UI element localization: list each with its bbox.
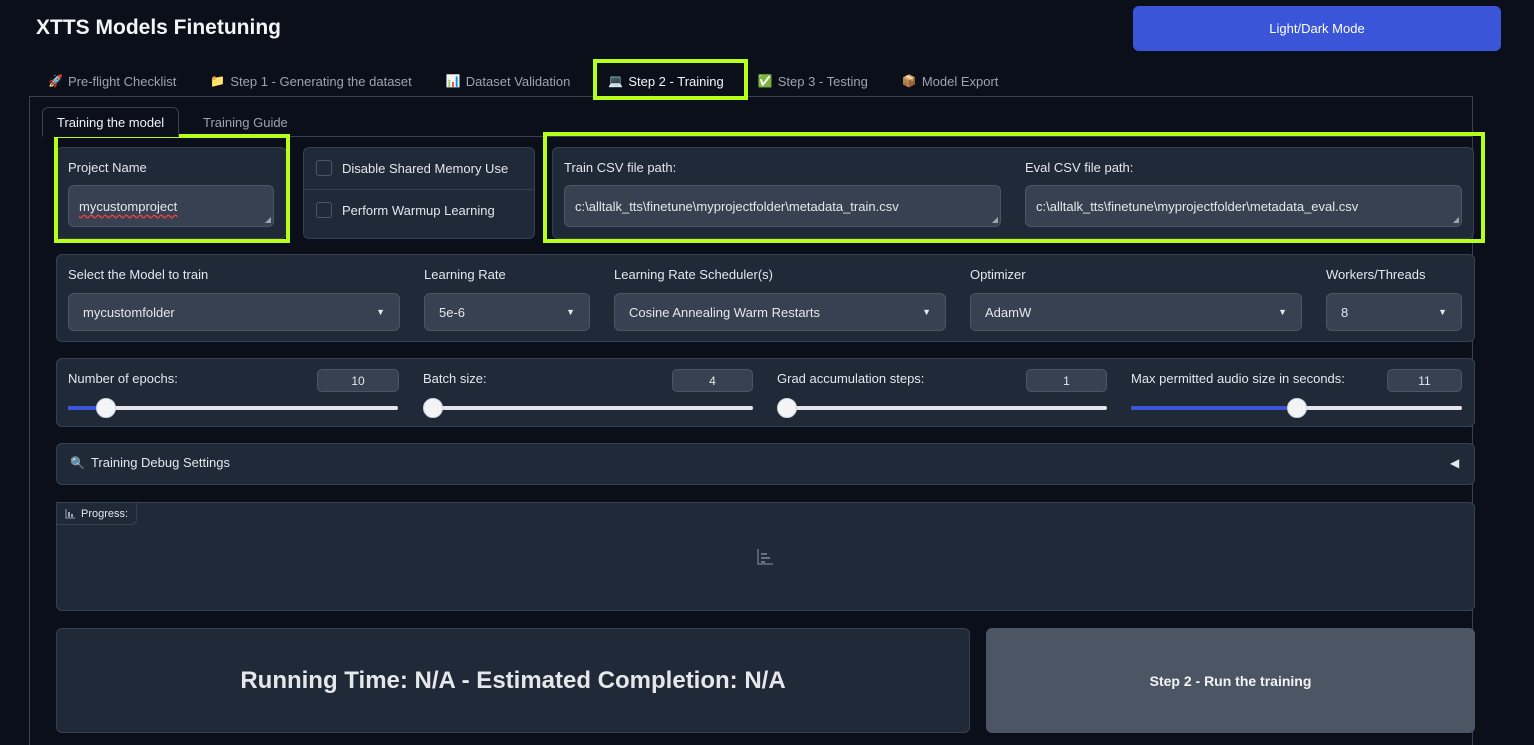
learning-rate-value: 5e-6 xyxy=(439,304,466,320)
slider-fill xyxy=(1131,406,1297,410)
tab-model-export[interactable]: 📦 Model Export xyxy=(892,66,1009,96)
tab-label: Dataset Validation xyxy=(465,73,571,89)
tab-step3-testing[interactable]: ✅ Step 3 - Testing xyxy=(748,66,878,96)
slider-thumb[interactable] xyxy=(777,398,797,418)
scheduler-value: Cosine Annealing Warm Restarts xyxy=(629,304,820,320)
max-audio-size-number-input[interactable]: 11 xyxy=(1387,369,1462,392)
train-csv-input[interactable]: c:\alltalk_tts\finetune\myprojectfolder\… xyxy=(564,185,1001,227)
max-audio-size-label: Max permitted audio size in seconds: xyxy=(1131,371,1345,386)
package-icon: 📦 xyxy=(901,74,917,88)
collapse-toggle-icon[interactable]: ◀ xyxy=(1450,456,1459,470)
slider-thumb[interactable] xyxy=(423,398,443,418)
batch-size-label: Batch size: xyxy=(423,371,487,386)
workers-label: Workers/Threads xyxy=(1326,267,1426,282)
theme-toggle-button[interactable]: Light/Dark Mode xyxy=(1133,6,1501,51)
tab-label: Model Export xyxy=(921,73,999,89)
tab-dataset-validation[interactable]: 📊 Dataset Validation xyxy=(436,66,581,96)
model-select-label: Select the Model to train xyxy=(68,267,209,282)
eval-csv-value: c:\alltalk_tts\finetune\myprojectfolder\… xyxy=(1036,198,1359,214)
grad-accumulation-number-input[interactable]: 1 xyxy=(1026,369,1107,392)
tab-label: Step 3 - Testing xyxy=(777,73,868,89)
folder-icon: 📁 xyxy=(210,74,226,88)
grad-accumulation-label: Grad accumulation steps: xyxy=(777,371,925,386)
main-tabbar: 🚀 Pre-flight Checklist 📁 Step 1 - Genera… xyxy=(38,66,1008,96)
optimizer-dropdown[interactable]: AdamW ▼ xyxy=(970,293,1302,331)
eval-csv-input[interactable]: c:\alltalk_tts\finetune\myprojectfolder\… xyxy=(1025,185,1462,227)
checkbox-label: Disable Shared Memory Use xyxy=(342,160,509,176)
model-select-value: mycustomfolder xyxy=(83,304,175,320)
resize-handle-icon[interactable]: ◢ xyxy=(265,215,271,224)
checkbox-box[interactable] xyxy=(316,202,332,218)
tab-label: Pre-flight Checklist xyxy=(68,73,177,89)
chevron-down-icon: ▼ xyxy=(922,307,931,317)
bar-chart-icon: 📊 xyxy=(445,74,461,88)
debug-settings-label: Training Debug Settings xyxy=(90,455,230,470)
debug-settings-header[interactable]: 🔍 Training Debug Settings xyxy=(70,455,230,470)
resize-handle-icon[interactable]: ◢ xyxy=(992,215,998,224)
resize-handle-icon[interactable]: ◢ xyxy=(1453,215,1459,224)
sliders-card xyxy=(56,358,1475,427)
progress-label: Progress: xyxy=(81,507,129,520)
workers-value: 8 xyxy=(1341,304,1349,320)
chevron-down-icon: ▼ xyxy=(566,307,575,317)
slider-thumb[interactable] xyxy=(95,398,116,418)
eval-csv-label: Eval CSV file path: xyxy=(1025,160,1134,175)
checkbox-box[interactable] xyxy=(316,160,332,176)
learning-rate-dropdown[interactable]: 5e-6 ▼ xyxy=(424,293,590,331)
model-select-dropdown[interactable]: mycustomfolder ▼ xyxy=(68,293,400,331)
progress-tag: Progress: xyxy=(56,502,138,525)
chart-placeholder-icon xyxy=(757,549,773,565)
train-csv-value: c:\alltalk_tts\finetune\myprojectfolder\… xyxy=(575,198,899,214)
grad-accumulation-slider[interactable] xyxy=(777,398,1107,418)
epochs-number-input[interactable]: 10 xyxy=(317,369,399,392)
epochs-label: Number of epochs: xyxy=(68,371,178,386)
chart-icon xyxy=(65,508,75,518)
tab-step2-training[interactable]: 💻 Step 2 - Training xyxy=(598,66,733,96)
chevron-down-icon: ▼ xyxy=(1278,307,1287,317)
tab-label: Step 1 - Generating the dataset xyxy=(230,73,412,89)
scheduler-dropdown[interactable]: Cosine Annealing Warm Restarts ▼ xyxy=(614,293,946,331)
chevron-down-icon: ▼ xyxy=(1438,307,1447,317)
tab-step1-dataset[interactable]: 📁 Step 1 - Generating the dataset xyxy=(200,66,421,96)
train-csv-label: Train CSV file path: xyxy=(564,160,677,175)
batch-size-number-input[interactable]: 4 xyxy=(672,369,753,392)
workers-dropdown[interactable]: 8 ▼ xyxy=(1326,293,1462,331)
disable-shared-memory-checkbox[interactable]: Disable Shared Memory Use xyxy=(316,160,508,176)
project-name-value: mycustomproject xyxy=(79,198,178,214)
tab-preflight-checklist[interactable]: 🚀 Pre-flight Checklist xyxy=(38,66,186,96)
check-box-icon: ✅ xyxy=(757,74,773,88)
project-name-input[interactable]: mycustomproject ◢ xyxy=(68,185,274,227)
learning-rate-label: Learning Rate xyxy=(424,267,506,282)
run-training-button[interactable]: Step 2 - Run the training xyxy=(986,628,1475,733)
batch-size-slider[interactable] xyxy=(423,398,753,418)
tab-label: Step 2 - Training xyxy=(628,73,724,89)
optimizer-value: AdamW xyxy=(985,304,1032,320)
perform-warmup-checkbox[interactable]: Perform Warmup Learning xyxy=(316,202,495,218)
magnifier-icon: 🔍 xyxy=(70,455,85,470)
debug-settings-accordion[interactable] xyxy=(56,443,1475,485)
chevron-down-icon: ▼ xyxy=(376,307,385,317)
scheduler-label: Learning Rate Scheduler(s) xyxy=(614,267,773,282)
slider-thumb[interactable] xyxy=(1286,398,1307,418)
optimizer-label: Optimizer xyxy=(970,267,1026,282)
max-audio-size-slider[interactable] xyxy=(1131,398,1462,418)
subtab-training-model[interactable]: Training the model xyxy=(42,107,180,137)
options-divider xyxy=(304,189,534,190)
app-title: XTTS Models Finetuning xyxy=(36,16,281,39)
running-time-status: Running Time: N/A - Estimated Completion… xyxy=(240,666,786,694)
project-name-label: Project Name xyxy=(68,160,147,175)
epochs-slider[interactable] xyxy=(68,398,398,418)
checkbox-label: Perform Warmup Learning xyxy=(342,202,495,218)
laptop-icon: 💻 xyxy=(608,74,624,88)
subtab-training-guide[interactable]: Training Guide xyxy=(189,107,302,137)
rocket-icon: 🚀 xyxy=(48,74,63,88)
